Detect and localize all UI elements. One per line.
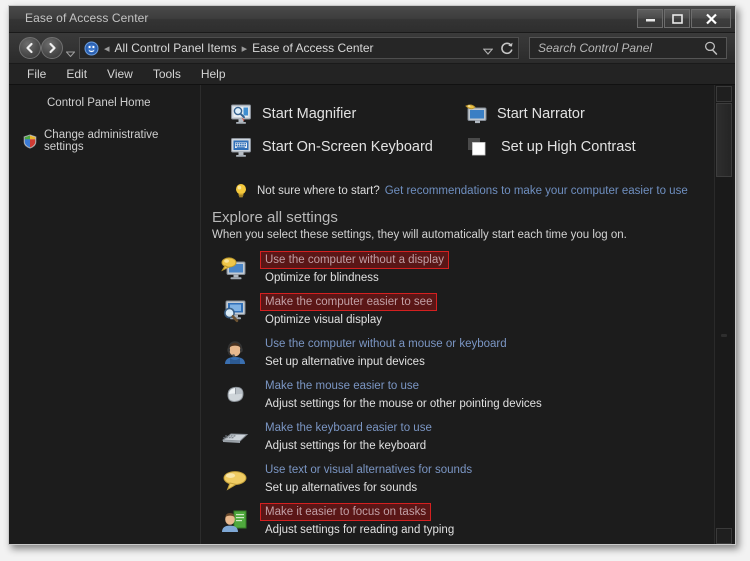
onscreen-keyboard-icon — [230, 136, 252, 158]
setting-link[interactable]: Make the keyboard easier to use — [260, 419, 437, 437]
shield-icon — [23, 133, 37, 149]
magnifier-monitor-icon — [230, 103, 252, 125]
close-button[interactable] — [691, 9, 731, 28]
setting-link[interactable]: Use text or visual alternatives for soun… — [260, 461, 477, 479]
person-document-icon — [220, 507, 250, 537]
forward-button[interactable] — [41, 37, 63, 59]
hint-question: Not sure where to start? — [257, 185, 380, 197]
back-button[interactable] — [19, 37, 41, 59]
setting-link[interactable]: Use the computer without a display — [260, 251, 449, 269]
setting-description: Optimize visual display — [265, 314, 382, 326]
narrator-monitor-icon — [465, 103, 487, 125]
breadcrumb[interactable]: ◂ All Control Panel Items ▸ Ease of Acce… — [79, 37, 519, 59]
sidebar-home-label: Control Panel Home — [47, 97, 151, 109]
quick-action-start-narrator[interactable]: Start Narrator — [465, 103, 700, 125]
mouse-icon — [220, 381, 250, 411]
control-panel-icon — [84, 41, 99, 56]
setting-description: Adjust settings for the keyboard — [265, 440, 427, 452]
vertical-scrollbar[interactable] — [714, 85, 733, 544]
person-headset-icon — [220, 339, 250, 369]
setting-description: Adjust settings for the mouse or other p… — [265, 398, 542, 410]
title-bar: Ease of Access Center — [9, 6, 735, 33]
monitor-speech-icon — [220, 255, 250, 285]
scrollbar-grip-icon — [716, 327, 732, 337]
maximize-button[interactable] — [664, 9, 690, 28]
lightbulb-icon — [234, 183, 248, 199]
sidebar-item-control-panel-home[interactable]: Control Panel Home — [47, 97, 151, 109]
address-bar: ◂ All Control Panel Items ▸ Ease of Acce… — [9, 33, 735, 64]
chevron-down-icon[interactable] — [482, 42, 494, 60]
search-icon[interactable] — [704, 41, 718, 55]
setting-row-use-computer-without-display[interactable]: Use the computer without a display Optim… — [220, 251, 710, 293]
quick-action-set-up-high-contrast[interactable]: Set up High Contrast — [465, 136, 700, 158]
quick-action-label: Start On-Screen Keyboard — [262, 139, 433, 155]
window-body: Control Panel Home Change administrative… — [9, 85, 735, 544]
explore-all-settings-title: Explore all settings — [212, 209, 338, 226]
window-title: Ease of Access Center — [25, 11, 149, 25]
breadcrumb-item-all-items[interactable]: All Control Panel Items — [115, 41, 237, 55]
scroll-down-button[interactable] — [716, 528, 732, 544]
history-dropdown[interactable] — [65, 44, 76, 62]
menu-item-file[interactable]: File — [27, 67, 46, 81]
menu-item-edit[interactable]: Edit — [66, 67, 87, 81]
menu-bar: File Edit View Tools Help — [9, 64, 735, 85]
sidebar-item-change-administrative-settings[interactable]: Change administrative settings — [23, 129, 200, 153]
quick-access-row: Start On-Screen Keyboard Set up High Con… — [230, 136, 700, 158]
sidebar-admin-label: Change administrative settings — [44, 129, 159, 153]
menu-item-tools[interactable]: Tools — [153, 67, 181, 81]
setting-description: Optimize for blindness — [265, 272, 379, 284]
setting-description: Adjust settings for reading and typing — [265, 524, 455, 536]
window-controls — [637, 9, 731, 28]
content-panel: Start Magnifier Start Narrator Start On-… — [202, 85, 713, 544]
quick-access-grid: Start Magnifier Start Narrator Start On-… — [230, 103, 700, 169]
setting-row-use-computer-without-mouse-or-keyboard[interactable]: Use the computer without a mouse or keyb… — [220, 335, 710, 377]
minimize-button[interactable] — [637, 9, 663, 28]
keyboard-icon — [220, 423, 250, 453]
quick-action-start-magnifier[interactable]: Start Magnifier — [230, 103, 465, 125]
sidebar: Control Panel Home Change administrative… — [9, 85, 201, 544]
setting-link[interactable]: Make the computer easier to see — [260, 293, 438, 311]
quick-action-start-on-screen-keyboard[interactable]: Start On-Screen Keyboard — [230, 136, 465, 158]
scrollbar-thumb[interactable] — [716, 103, 732, 177]
setting-description: Set up alternative input devices — [265, 356, 425, 368]
setting-row-use-text-or-visual-alternatives-for-sounds[interactable]: Use text or visual alternatives for soun… — [220, 461, 710, 503]
get-recommendations-link[interactable]: Get recommendations to make your compute… — [385, 185, 688, 197]
quick-action-label: Set up High Contrast — [501, 139, 636, 155]
breadcrumb-item-ease-of-access[interactable]: Ease of Access Center — [252, 41, 373, 55]
refresh-icon[interactable] — [500, 41, 514, 60]
quick-action-label: Start Narrator — [497, 106, 585, 122]
setting-link[interactable]: Make the mouse easier to use — [260, 377, 424, 395]
quick-access-row: Start Magnifier Start Narrator — [230, 103, 700, 125]
breadcrumb-separator-icon: ▸ — [241, 42, 248, 55]
setting-row-make-keyboard-easier-to-use[interactable]: Make the keyboard easier to use Adjust s… — [220, 419, 710, 461]
menu-item-help[interactable]: Help — [201, 67, 226, 81]
setting-row-make-computer-easier-to-see[interactable]: Make the computer easier to see Optimize… — [220, 293, 710, 335]
setting-link[interactable]: Make it easier to focus on tasks — [260, 503, 432, 521]
settings-list: Use the computer without a display Optim… — [220, 251, 710, 544]
speech-bubble-icon — [220, 465, 250, 495]
setting-row-make-it-easier-to-focus-on-tasks[interactable]: Make it easier to focus on tasks Adjust … — [220, 503, 710, 544]
search-input[interactable] — [530, 40, 704, 56]
ease-of-access-window: Ease of Access Center ◂ All Control Pane… — [8, 5, 736, 545]
address-bar-actions — [482, 41, 514, 60]
setting-description: Set up alternatives for sounds — [265, 482, 418, 494]
setting-row-make-mouse-easier-to-use[interactable]: Make the mouse easier to use Adjust sett… — [220, 377, 710, 419]
setting-link[interactable]: Use the computer without a mouse or keyb… — [260, 335, 512, 353]
breadcrumb-chevron-icon: ◂ — [104, 42, 110, 55]
menu-item-view[interactable]: View — [107, 67, 133, 81]
high-contrast-icon — [467, 137, 487, 157]
explore-all-settings-subtitle: When you select these settings, they wil… — [212, 229, 627, 241]
recommendation-hint: Not sure where to start? Get recommendat… — [234, 183, 688, 199]
scroll-up-button[interactable] — [716, 86, 732, 102]
quick-action-label: Start Magnifier — [262, 106, 357, 122]
search-box[interactable] — [529, 37, 727, 59]
monitor-magnifier-icon — [220, 297, 250, 327]
